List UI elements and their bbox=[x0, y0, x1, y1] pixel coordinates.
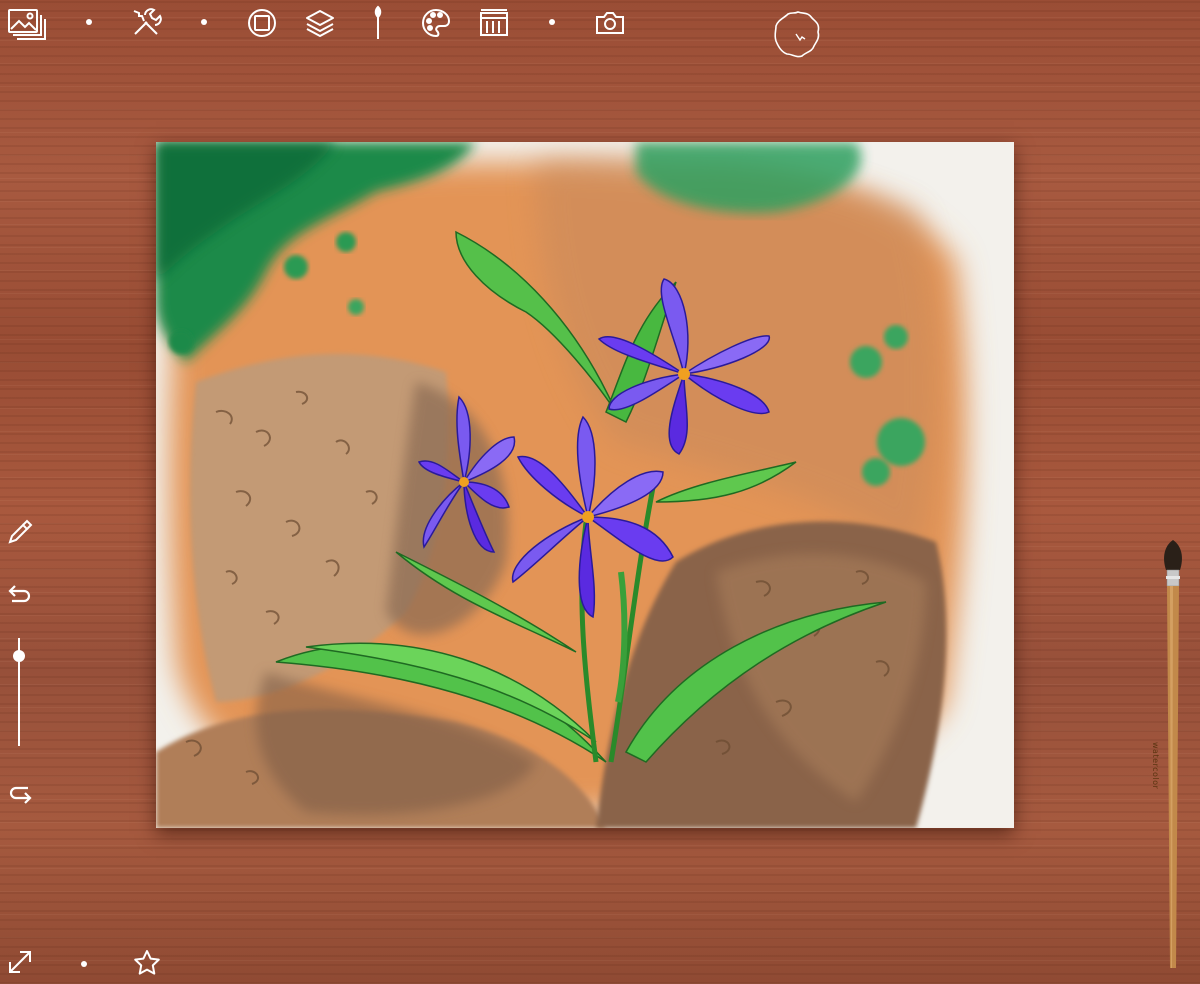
redo-icon bbox=[9, 786, 32, 804]
toolbar-separator-dot bbox=[549, 19, 555, 25]
toolbar-separator-dot bbox=[86, 19, 92, 25]
toolbar-separator-dot bbox=[201, 19, 207, 25]
favorites-button[interactable] bbox=[130, 946, 164, 980]
brush-button[interactable] bbox=[364, 3, 392, 43]
eyedropper-button[interactable] bbox=[4, 516, 36, 548]
watercolor-painting bbox=[156, 142, 967, 828]
undo-button[interactable] bbox=[4, 578, 36, 610]
mixer-icon bbox=[480, 9, 508, 36]
tools-button[interactable] bbox=[128, 5, 164, 41]
active-brush[interactable] bbox=[1160, 540, 1186, 972]
brush-icon bbox=[374, 5, 382, 39]
brush-tip-icon bbox=[774, 11, 820, 58]
gallery-icon bbox=[8, 9, 46, 40]
gallery-button[interactable] bbox=[6, 6, 50, 44]
redo-button[interactable] bbox=[4, 774, 36, 806]
layers-button[interactable] bbox=[302, 5, 338, 41]
brush-handle-label: watercolor bbox=[1151, 742, 1160, 790]
paper-icon bbox=[248, 9, 276, 37]
undo-icon bbox=[8, 585, 31, 603]
star-icon bbox=[134, 950, 160, 975]
camera-icon bbox=[596, 12, 624, 34]
mixer-button[interactable] bbox=[476, 5, 512, 41]
camera-button[interactable] bbox=[592, 5, 628, 41]
paper-button[interactable] bbox=[244, 5, 280, 41]
paintbrush-icon bbox=[1164, 540, 1182, 968]
layers-icon bbox=[306, 10, 334, 37]
slider-handle[interactable] bbox=[13, 650, 25, 662]
painting-canvas[interactable] bbox=[156, 142, 1014, 828]
brush-size-slider[interactable] bbox=[10, 638, 28, 748]
tools-icon bbox=[133, 8, 162, 35]
current-brush-button[interactable] bbox=[770, 8, 826, 64]
fullscreen-button[interactable] bbox=[4, 946, 36, 978]
expand-icon bbox=[9, 951, 31, 973]
eyedropper-icon bbox=[8, 519, 33, 544]
palette-icon bbox=[422, 8, 451, 38]
palette-button[interactable] bbox=[418, 5, 454, 41]
toolbar-separator-dot bbox=[81, 961, 87, 967]
